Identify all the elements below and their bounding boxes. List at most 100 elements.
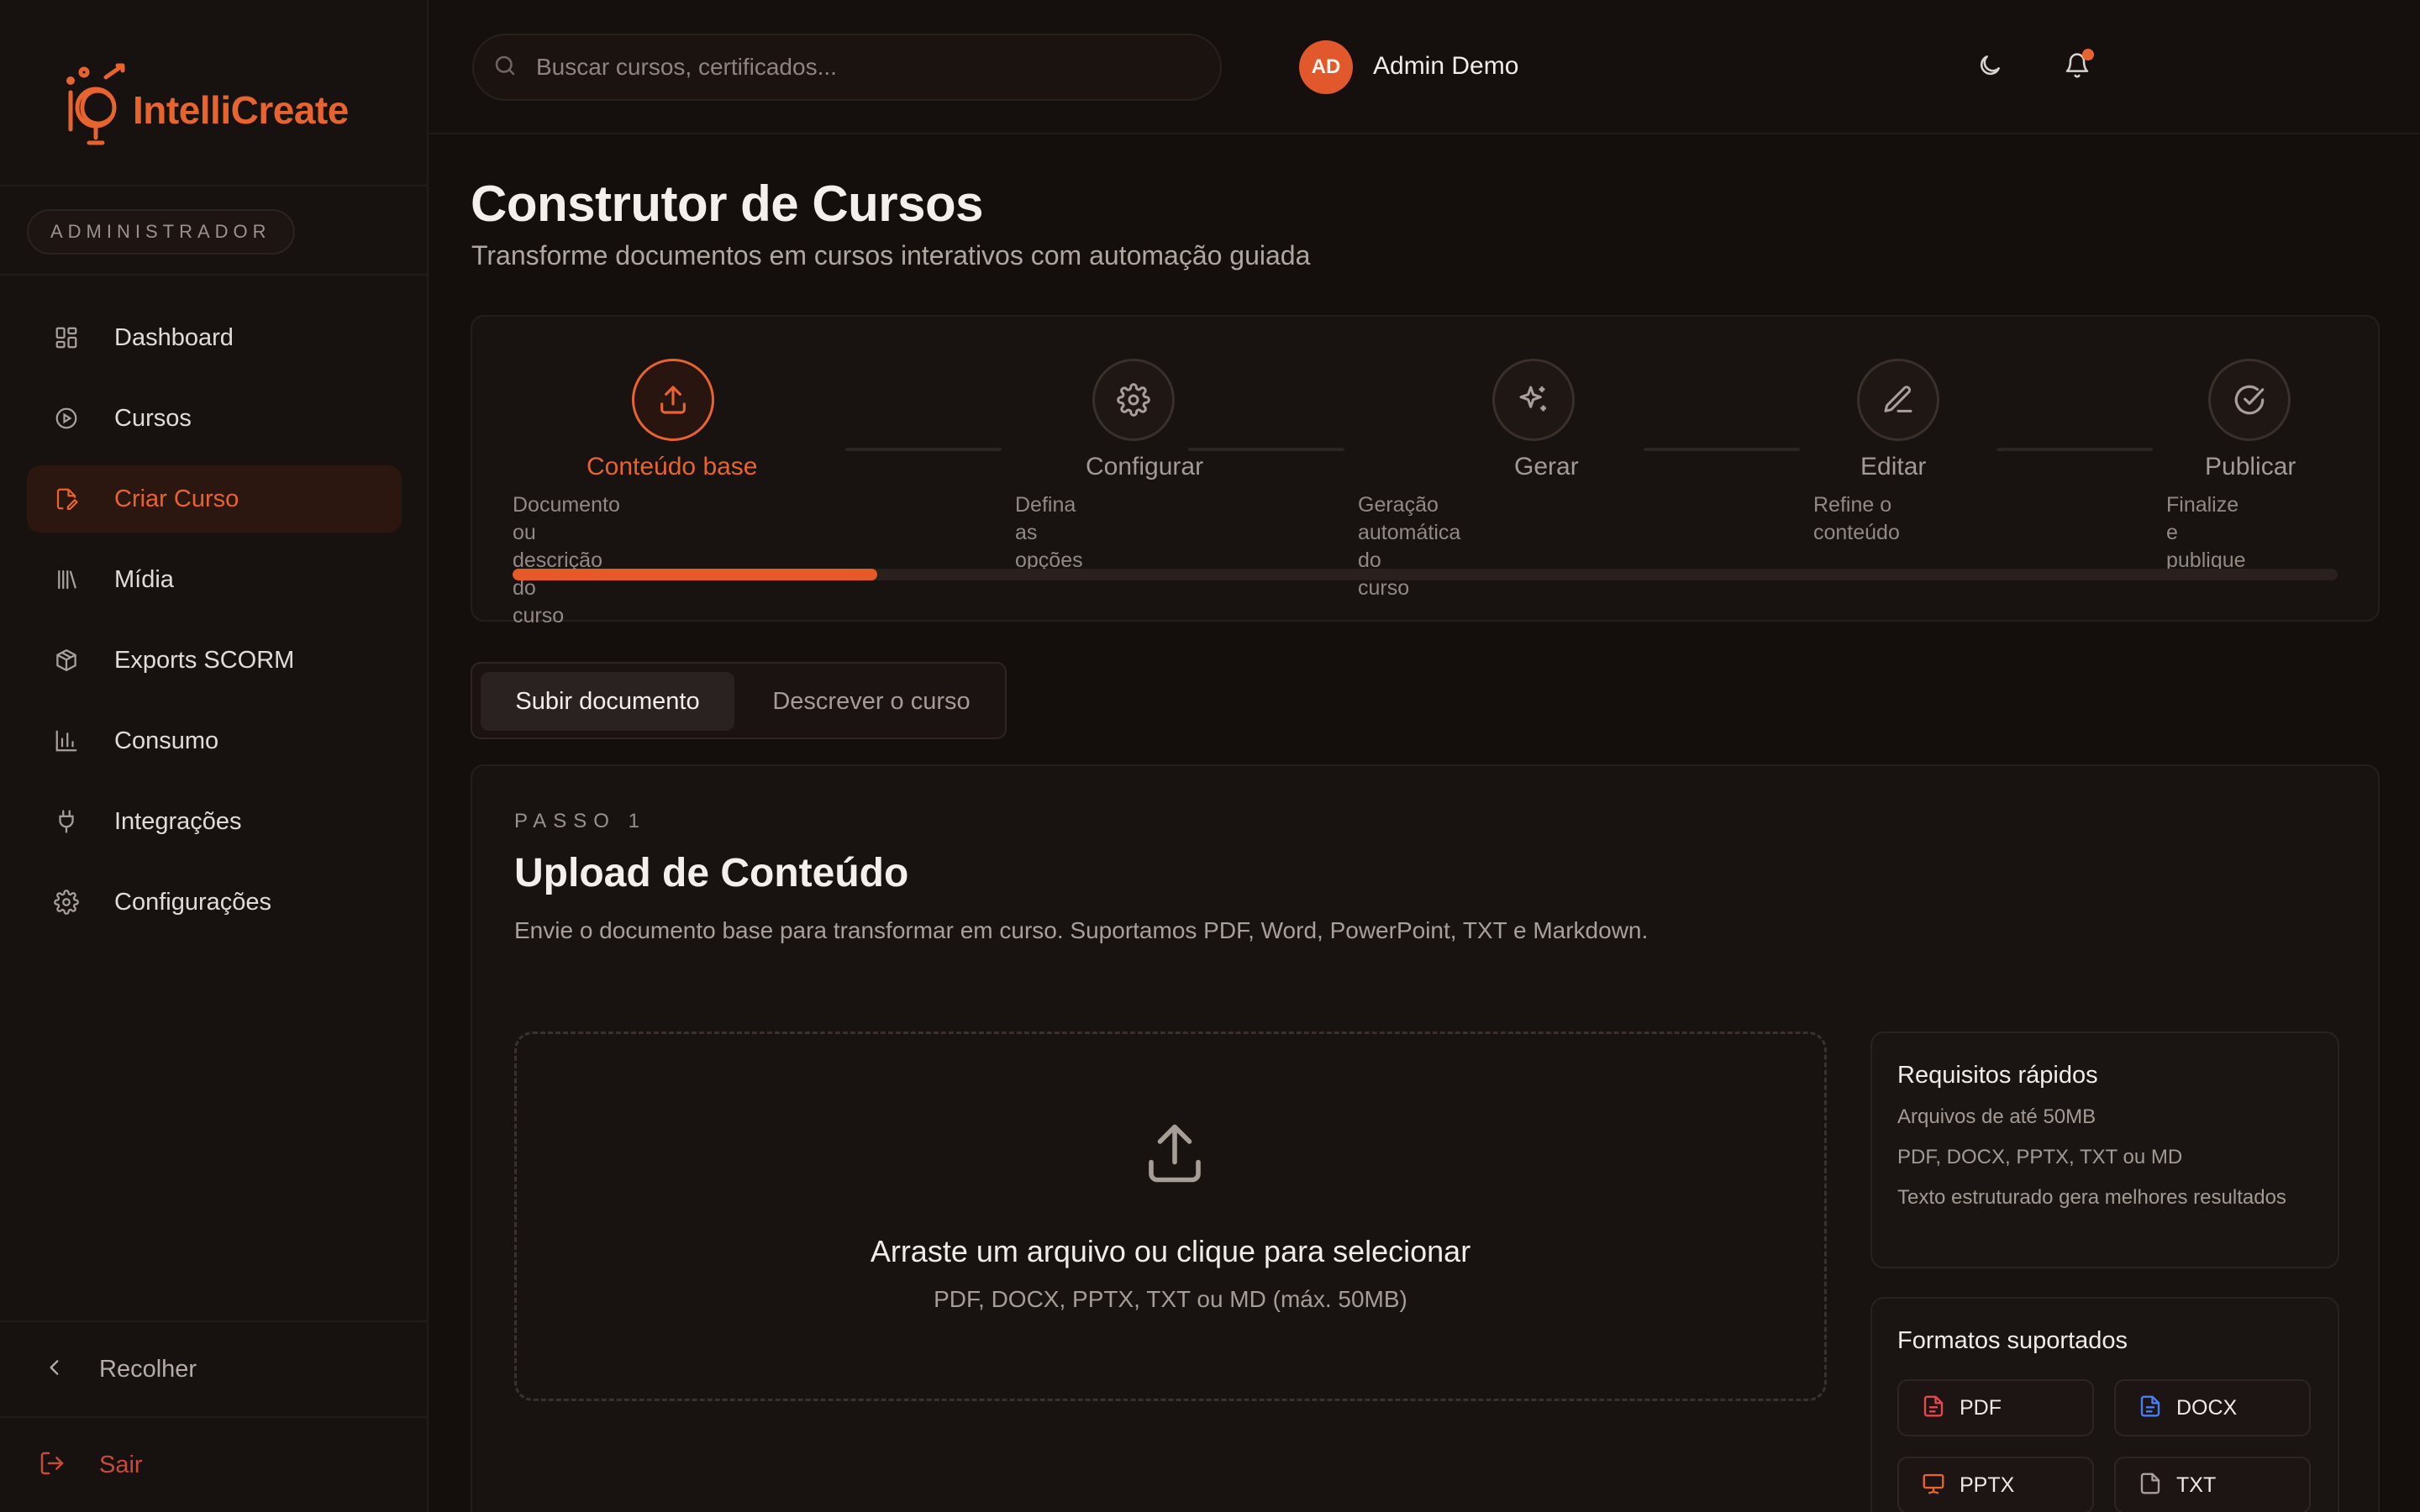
play-circle-icon bbox=[52, 404, 81, 433]
moon-icon bbox=[1976, 52, 2003, 83]
format-chip-pptx: PPTX bbox=[1897, 1457, 2094, 1512]
app-root: IntelliCreate ADMINISTRADOR Dashboard Cu… bbox=[0, 0, 2420, 1512]
upload-icon bbox=[1139, 1118, 1210, 1193]
stepper-card: Conteúdo base Documento ou descrição do c… bbox=[471, 315, 2380, 627]
format-chip-pdf: PDF bbox=[1897, 1379, 2094, 1436]
step-eyebrow: PASSO 1 bbox=[514, 810, 646, 832]
step-connector bbox=[845, 448, 1002, 451]
sidebar-item-dashboard[interactable]: Dashboard bbox=[27, 304, 402, 371]
step-connector bbox=[1996, 448, 2153, 451]
format-label: TXT bbox=[2176, 1473, 2217, 1497]
avatar[interactable]: AD bbox=[1299, 40, 1353, 94]
search-icon bbox=[492, 53, 518, 82]
upload-title: Upload de Conteúdo bbox=[514, 851, 909, 895]
sidebar-item-label: Cursos bbox=[114, 404, 192, 432]
requirements-title: Requisitos rápidos bbox=[1897, 1062, 2098, 1089]
theme-toggle-button[interactable] bbox=[1960, 37, 2020, 97]
logo-area[interactable]: IntelliCreate bbox=[0, 0, 427, 186]
upload-description: Envie o documento base para transformar … bbox=[514, 917, 1649, 943]
sidebar-item-label: Configurações bbox=[114, 888, 271, 916]
notification-dot bbox=[2082, 49, 2094, 60]
tab-subir-documento[interactable]: Subir documento bbox=[481, 672, 734, 731]
step-title: Gerar bbox=[1514, 453, 1579, 480]
upload-icon bbox=[632, 359, 714, 441]
step-description: Geração automática do curso bbox=[1358, 493, 1461, 600]
file-edit-icon bbox=[52, 485, 81, 513]
bar-chart-icon bbox=[52, 727, 81, 755]
format-label: DOCX bbox=[2176, 1395, 2238, 1420]
brand-name: IntelliCreate bbox=[133, 88, 349, 132]
step-title: Editar bbox=[1860, 453, 1927, 480]
step-description: Finalize e publique bbox=[2166, 493, 2246, 572]
step-description: Defina as opções bbox=[1015, 493, 1083, 572]
dashboard-icon bbox=[52, 323, 81, 352]
role-badge: ADMINISTRADOR bbox=[27, 209, 295, 255]
step-title: Publicar bbox=[2205, 453, 2296, 480]
step-connector bbox=[1644, 448, 1800, 451]
search-bar[interactable] bbox=[472, 34, 1222, 101]
sidebar-item-exports-scorm[interactable]: Exports SCORM bbox=[27, 627, 402, 694]
package-icon bbox=[52, 646, 81, 675]
step-connector bbox=[1188, 448, 1344, 451]
presentation-icon bbox=[1921, 1471, 1946, 1500]
content-source-tabs: Subir documento Descrever o curso bbox=[471, 662, 1007, 739]
sparkles-icon bbox=[1492, 359, 1575, 441]
logout-label: Sair bbox=[99, 1451, 143, 1478]
requirements-list: Arquivos de até 50MB PDF, DOCX, PPTX, TX… bbox=[1897, 1104, 2317, 1225]
requirement-item: Texto estruturado gera melhores resultad… bbox=[1897, 1186, 2286, 1209]
file-pdf-icon bbox=[1921, 1394, 1946, 1423]
role-area: ADMINISTRADOR bbox=[0, 188, 427, 276]
progress-fill bbox=[513, 569, 878, 580]
format-chip-txt: TXT bbox=[2114, 1457, 2311, 1512]
logout-button[interactable]: Sair bbox=[0, 1416, 427, 1512]
pencil-icon bbox=[1857, 359, 1939, 441]
sidebar-item-label: Mídia bbox=[114, 565, 174, 593]
upload-card: PASSO 1 Upload de Conteúdo Envie o docum… bbox=[471, 764, 2380, 1512]
page-subtitle: Transforme documentos em cursos interati… bbox=[471, 240, 1311, 270]
file-docx-icon bbox=[2138, 1394, 2163, 1423]
sidebar: IntelliCreate ADMINISTRADOR Dashboard Cu… bbox=[0, 0, 429, 1512]
sidebar-item-label: Consumo bbox=[114, 727, 219, 754]
step-title: Conteúdo base bbox=[587, 453, 758, 480]
check-circle-icon bbox=[2208, 359, 2291, 441]
dropzone-title: Arraste um arquivo ou clique para seleci… bbox=[870, 1234, 1471, 1268]
sidebar-item-integracoes[interactable]: Integrações bbox=[27, 788, 402, 855]
library-icon bbox=[52, 565, 81, 594]
chevron-left-icon bbox=[44, 1357, 66, 1383]
file-dropzone[interactable]: Arraste um arquivo ou clique para seleci… bbox=[514, 1032, 1827, 1401]
gear-icon bbox=[1092, 359, 1175, 441]
formats-title: Formatos suportados bbox=[1897, 1327, 2128, 1354]
user-name[interactable]: Admin Demo bbox=[1373, 52, 1518, 81]
step-title: Configurar bbox=[1086, 453, 1204, 480]
notifications-button[interactable] bbox=[2047, 37, 2107, 97]
logout-icon bbox=[39, 1450, 66, 1481]
plug-icon bbox=[52, 807, 81, 836]
sidebar-item-cursos[interactable]: Cursos bbox=[27, 385, 402, 452]
logo-icon bbox=[66, 63, 125, 145]
sidebar-item-configuracoes[interactable]: Configurações bbox=[27, 869, 402, 936]
top-header: AD Admin Demo bbox=[429, 0, 2420, 134]
format-label: PDF bbox=[1960, 1395, 2002, 1420]
sidebar-item-label: Exports SCORM bbox=[114, 646, 295, 674]
sidebar-item-label: Dashboard bbox=[114, 323, 234, 351]
search-input[interactable] bbox=[536, 54, 1192, 81]
sidebar-item-consumo[interactable]: Consumo bbox=[27, 707, 402, 774]
step-description: Documento ou descrição do curso bbox=[513, 493, 620, 627]
requirement-item: Arquivos de até 50MB bbox=[1897, 1105, 2096, 1128]
requirement-item: PDF, DOCX, PPTX, TXT ou MD bbox=[1897, 1146, 2183, 1168]
sidebar-item-midia[interactable]: Mídia bbox=[27, 546, 402, 613]
collapse-label: Recolher bbox=[99, 1355, 197, 1383]
file-txt-icon bbox=[2138, 1471, 2163, 1500]
gear-icon bbox=[52, 888, 81, 916]
dropzone-subtitle: PDF, DOCX, PPTX, TXT ou MD (máx. 50MB) bbox=[934, 1286, 1407, 1312]
tab-descrever-curso[interactable]: Descrever o curso bbox=[743, 672, 1000, 731]
progress-bar bbox=[513, 569, 2338, 580]
sidebar-item-criar-curso[interactable]: Criar Curso bbox=[27, 465, 402, 533]
sidebar-nav: Dashboard Cursos Criar Curso Mídia Expor… bbox=[27, 304, 402, 949]
page-title: Construtor de Cursos bbox=[471, 176, 984, 232]
requirements-card: Requisitos rápidos Arquivos de até 50MB … bbox=[1870, 1032, 2339, 1268]
formats-card: Formatos suportados PDF DOCX PPTX TXT bbox=[1870, 1297, 2339, 1512]
sidebar-item-label: Criar Curso bbox=[114, 485, 239, 512]
format-label: PPTX bbox=[1960, 1473, 2015, 1497]
collapse-sidebar-button[interactable]: Recolher bbox=[0, 1320, 427, 1416]
